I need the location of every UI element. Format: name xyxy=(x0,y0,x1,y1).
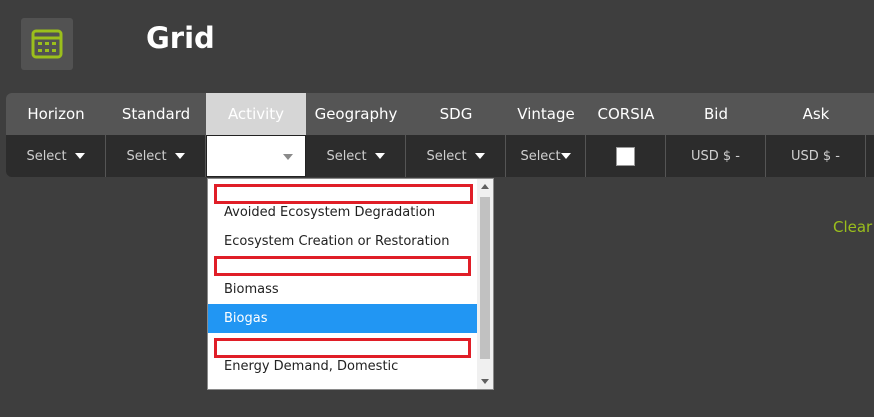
caret-down-icon xyxy=(560,153,571,159)
column-header-geography[interactable]: Geography xyxy=(306,93,406,135)
caret-down-icon xyxy=(174,153,185,159)
bid-filter-input[interactable]: USD $ - xyxy=(666,135,766,177)
activity-filter-select[interactable] xyxy=(206,135,306,177)
caret-down-icon xyxy=(283,154,293,160)
sdg-filter-value: Select xyxy=(426,148,467,164)
geography-filter-value: Select xyxy=(326,148,367,164)
ask-filter-input[interactable]: USD $ - xyxy=(766,135,866,177)
vintage-filter-value: Select xyxy=(520,148,561,164)
dropdown-option[interactable]: Ecosystem Creation or Restoration xyxy=(208,227,478,256)
dropdown-option[interactable]: Avoided Ecosystem Degradation xyxy=(208,198,478,227)
grid-header-row: Horizon Standard Activity Geography SDG … xyxy=(6,93,874,135)
column-header-corsia[interactable]: CORSIA xyxy=(586,93,666,135)
scroll-down-icon[interactable] xyxy=(481,379,489,384)
redacted-option[interactable] xyxy=(214,256,471,276)
column-header-ask[interactable]: Ask xyxy=(766,93,866,135)
horizon-filter-select[interactable]: Select xyxy=(6,135,106,177)
dropdown-option[interactable]: Energy Demand, Domestic xyxy=(208,352,478,381)
column-header-bid[interactable]: Bid xyxy=(666,93,766,135)
activity-dropdown-list[interactable]: Avoided Ecosystem Degradation Ecosystem … xyxy=(207,178,494,390)
dropdown-option[interactable]: Biomass xyxy=(208,275,478,304)
vintage-filter-select[interactable]: Select xyxy=(506,135,586,177)
scroll-up-icon[interactable] xyxy=(481,184,489,189)
page-title: Grid xyxy=(146,21,215,55)
column-header-horizon[interactable]: Horizon xyxy=(6,93,106,135)
clear-link[interactable]: Clear xyxy=(833,218,872,236)
sdg-filter-select[interactable]: Select xyxy=(406,135,506,177)
caret-down-icon xyxy=(474,153,485,159)
standard-filter-select[interactable]: Select xyxy=(106,135,206,177)
calendar-grid-icon xyxy=(31,29,63,59)
caret-down-icon xyxy=(74,153,85,159)
bid-filter-value: USD $ - xyxy=(690,148,740,164)
page: Grid Horizon Standard Activity Geography… xyxy=(0,0,874,417)
dropdown-scrollbar[interactable] xyxy=(477,179,493,389)
geography-filter-select[interactable]: Select xyxy=(306,135,406,177)
column-header-activity[interactable]: Activity xyxy=(206,93,306,135)
caret-down-icon xyxy=(374,153,385,159)
grid-filter-row: Select Select Select Select Select USD $… xyxy=(6,135,874,177)
app-icon xyxy=(21,18,73,70)
column-header-vintage[interactable]: Vintage xyxy=(506,93,586,135)
corsia-filter-cell xyxy=(586,135,666,177)
grid-table: Horizon Standard Activity Geography SDG … xyxy=(6,93,874,177)
corsia-checkbox[interactable] xyxy=(616,146,635,166)
ask-filter-value: USD $ - xyxy=(790,148,840,164)
horizon-filter-value: Select xyxy=(26,148,67,164)
standard-filter-value: Select xyxy=(126,148,167,164)
column-header-sdg[interactable]: SDG xyxy=(406,93,506,135)
column-header-standard[interactable]: Standard xyxy=(106,93,206,135)
dropdown-option-selected[interactable]: Biogas xyxy=(208,304,478,333)
scroll-thumb[interactable] xyxy=(480,197,490,359)
